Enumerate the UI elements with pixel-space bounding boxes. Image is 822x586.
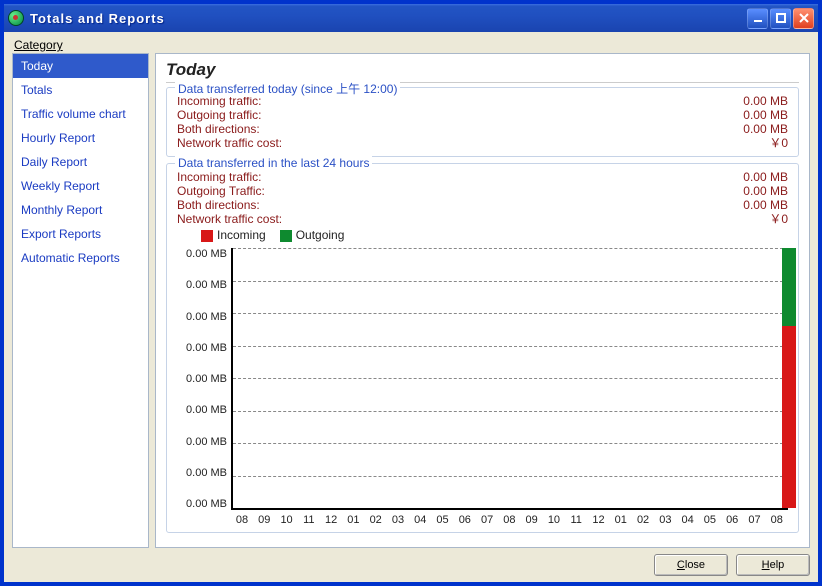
- x-tick: 04: [677, 514, 699, 526]
- y-tick: 0.00 MB: [181, 467, 227, 479]
- x-tick: 06: [454, 514, 476, 526]
- x-tick: 11: [565, 514, 587, 526]
- x-tick: 04: [409, 514, 431, 526]
- x-axis: 0809101112010203040506070809101112010203…: [231, 510, 788, 526]
- x-tick: 07: [743, 514, 765, 526]
- x-tick: 03: [654, 514, 676, 526]
- x-tick: 01: [610, 514, 632, 526]
- maximize-button[interactable]: [770, 8, 791, 29]
- x-tick: 05: [432, 514, 454, 526]
- x-tick: 06: [721, 514, 743, 526]
- y-tick: 0.00 MB: [181, 498, 227, 510]
- row-label: Incoming traffic:: [177, 170, 261, 184]
- sidebar-item-export-reports[interactable]: Export Reports: [13, 222, 148, 246]
- help-button[interactable]: Help: [736, 554, 810, 576]
- y-tick: 0.00 MB: [181, 436, 227, 448]
- group-legend: Data transferred in the last 24 hours: [175, 156, 372, 170]
- x-tick: 09: [521, 514, 543, 526]
- y-tick: 0.00 MB: [181, 248, 227, 260]
- x-tick: 05: [699, 514, 721, 526]
- x-tick: 12: [320, 514, 342, 526]
- chart: 0.00 MB 0.00 MB 0.00 MB 0.00 MB 0.00 MB …: [177, 248, 788, 526]
- row-label: Outgoing Traffic:: [177, 184, 265, 198]
- row-value: ￥0: [769, 136, 788, 150]
- row-label: Both directions:: [177, 122, 260, 136]
- titlebar: Totals and Reports: [4, 4, 818, 32]
- sidebar-item-today[interactable]: Today: [13, 54, 148, 78]
- legend-label: Incoming: [217, 228, 266, 242]
- y-tick: 0.00 MB: [181, 342, 227, 354]
- row-value: 0.00 MB: [743, 198, 788, 212]
- chart-legend: Incoming Outgoing: [177, 226, 788, 248]
- x-tick: 09: [253, 514, 275, 526]
- y-axis: 0.00 MB 0.00 MB 0.00 MB 0.00 MB 0.00 MB …: [181, 248, 231, 510]
- row-value: 0.00 MB: [743, 122, 788, 136]
- group-last-24h: Data transferred in the last 24 hours In…: [166, 163, 799, 533]
- category-sidebar: Today Totals Traffic volume chart Hourly…: [12, 53, 149, 548]
- row-value: ￥0: [769, 212, 788, 226]
- x-tick: 10: [276, 514, 298, 526]
- y-tick: 0.00 MB: [181, 311, 227, 323]
- last-bar: [782, 248, 796, 508]
- x-tick: 10: [543, 514, 565, 526]
- group-legend: Data transferred today (since 上午 12:00): [175, 80, 400, 97]
- x-tick: 07: [476, 514, 498, 526]
- sidebar-item-hourly-report[interactable]: Hourly Report: [13, 126, 148, 150]
- row-label: Network traffic cost:: [177, 212, 282, 226]
- x-tick: 11: [298, 514, 320, 526]
- x-tick: 02: [632, 514, 654, 526]
- minimize-button[interactable]: [747, 8, 768, 29]
- x-tick: 12: [588, 514, 610, 526]
- x-tick: 01: [342, 514, 364, 526]
- main-panel: Today Data transferred today (since 上午 1…: [155, 53, 810, 548]
- close-dialog-button[interactable]: Close: [654, 554, 728, 576]
- y-tick: 0.00 MB: [181, 404, 227, 416]
- close-button[interactable]: [793, 8, 814, 29]
- row-value: 0.00 MB: [743, 108, 788, 122]
- row-value: 0.00 MB: [743, 184, 788, 198]
- sidebar-item-daily-report[interactable]: Daily Report: [13, 150, 148, 174]
- x-tick: 08: [231, 514, 253, 526]
- window-title: Totals and Reports: [30, 11, 747, 26]
- category-label: Category: [14, 38, 810, 52]
- x-tick: 08: [498, 514, 520, 526]
- x-tick: 08: [766, 514, 788, 526]
- sidebar-item-automatic-reports[interactable]: Automatic Reports: [13, 246, 148, 270]
- legend-swatch-incoming: [201, 230, 213, 242]
- row-label: Both directions:: [177, 198, 260, 212]
- x-tick: 02: [365, 514, 387, 526]
- legend-label: Outgoing: [296, 228, 345, 242]
- row-label: Network traffic cost:: [177, 136, 282, 150]
- sidebar-item-monthly-report[interactable]: Monthly Report: [13, 198, 148, 222]
- y-tick: 0.00 MB: [181, 279, 227, 291]
- legend-swatch-outgoing: [280, 230, 292, 242]
- sidebar-item-traffic-volume-chart[interactable]: Traffic volume chart: [13, 102, 148, 126]
- sidebar-item-weekly-report[interactable]: Weekly Report: [13, 174, 148, 198]
- sidebar-item-totals[interactable]: Totals: [13, 78, 148, 102]
- row-value: 0.00 MB: [743, 94, 788, 108]
- x-tick: 03: [387, 514, 409, 526]
- y-tick: 0.00 MB: [181, 373, 227, 385]
- plot-area: [231, 248, 788, 510]
- row-value: 0.00 MB: [743, 170, 788, 184]
- group-transferred-today: Data transferred today (since 上午 12:00) …: [166, 87, 799, 157]
- row-label: Outgoing traffic:: [177, 108, 262, 122]
- app-icon: [8, 10, 24, 26]
